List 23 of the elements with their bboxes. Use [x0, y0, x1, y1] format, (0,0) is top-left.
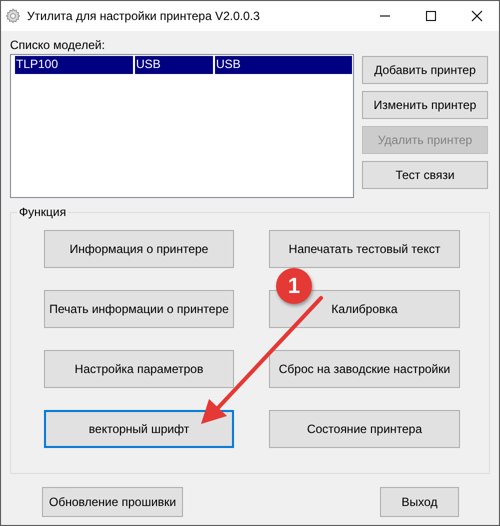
- group-title: Функция: [17, 205, 68, 219]
- function-button[interactable]: Напечатать тестовый текст: [269, 230, 460, 268]
- function-button[interactable]: векторный шрифт: [44, 410, 234, 448]
- bottom-button[interactable]: Выход: [380, 487, 459, 517]
- gear-icon: [5, 8, 21, 24]
- step-badge: 1: [276, 268, 312, 304]
- maximize-icon[interactable]: [425, 10, 437, 22]
- list-cell[interactable]: TLP100: [15, 56, 133, 74]
- side-button[interactable]: Тест связи: [362, 161, 488, 189]
- window-title: Утилита для настройки принтера V2.0.0.3: [27, 9, 261, 23]
- function-button[interactable]: Сброс на заводские настройки: [269, 350, 460, 388]
- close-icon[interactable]: [471, 10, 483, 22]
- models-label: Списко моделей:: [10, 38, 106, 52]
- side-button[interactable]: Добавить принтер: [362, 56, 488, 84]
- models-list[interactable]: TLP100 USB USB: [10, 54, 354, 198]
- function-button[interactable]: Печать информации о принтере: [44, 290, 234, 328]
- list-cell[interactable]: USB: [215, 56, 352, 74]
- function-button[interactable]: Информация о принтере: [44, 230, 234, 268]
- list-cell[interactable]: USB: [135, 56, 213, 74]
- side-button[interactable]: Изменить принтер: [362, 91, 488, 119]
- function-button[interactable]: Состояние принтера: [269, 410, 460, 448]
- bottom-button[interactable]: Обновление прошивки: [42, 487, 184, 517]
- function-button[interactable]: Настройка параметров: [44, 350, 234, 388]
